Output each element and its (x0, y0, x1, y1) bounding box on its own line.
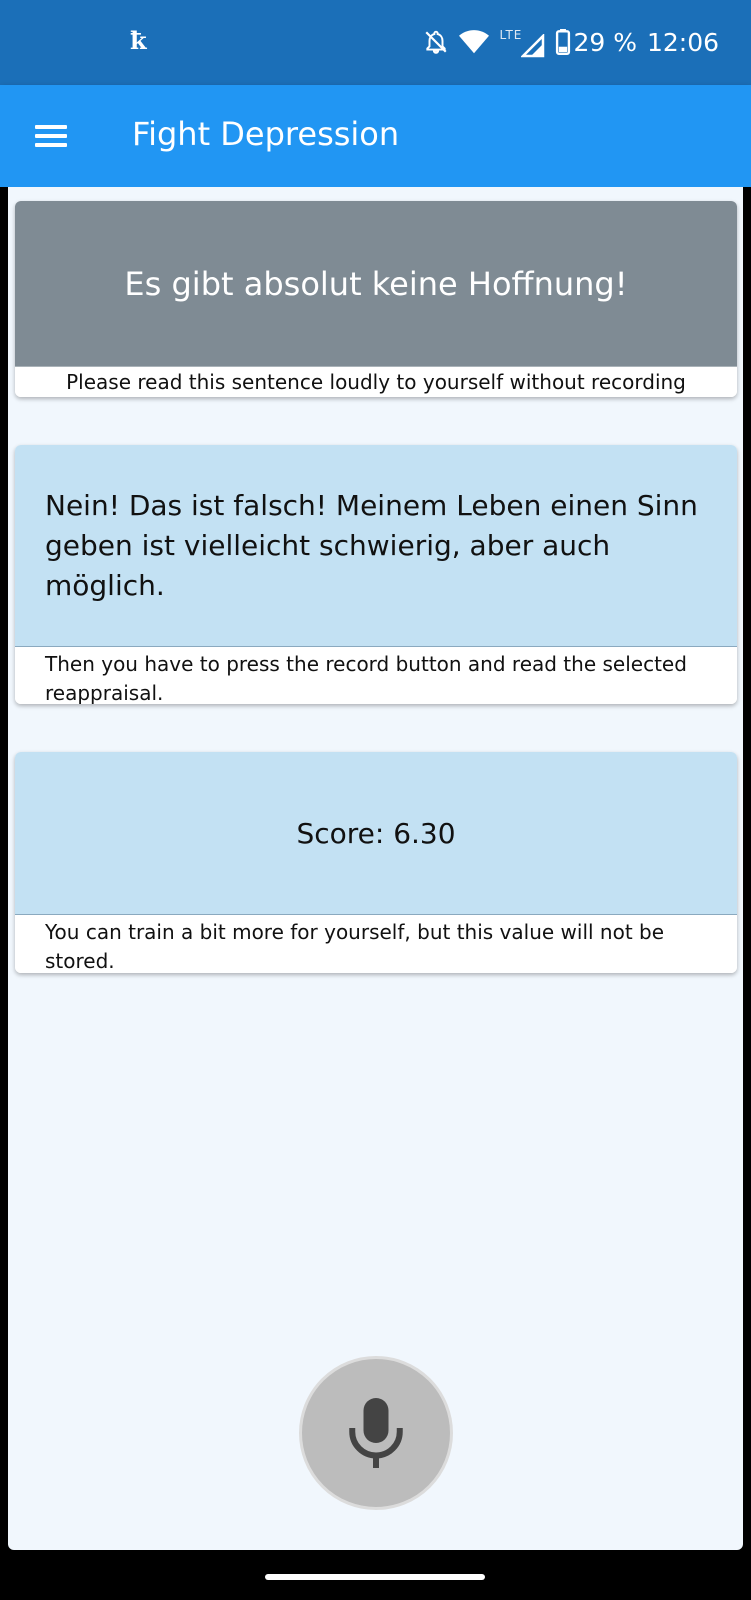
score-instruction: You can train a bit more for yourself, b… (15, 914, 737, 973)
reappraisal-card[interactable]: Nein! Das ist falsch! Meinem Leben einen… (15, 445, 737, 704)
notifications-off-icon (425, 30, 447, 54)
home-gesture-handle[interactable] (265, 1574, 485, 1580)
status-bar: ꝁ LTE 29 % 12:06 (0, 0, 751, 85)
reappraisal-text: Nein! Das ist falsch! Meinem Leben einen… (15, 445, 737, 646)
microphone-icon (349, 1398, 403, 1468)
main-content: Es gibt absolut keine Hoffnung! Please r… (8, 187, 743, 1550)
negative-thought-instruction: Please read this sentence loudly to your… (15, 366, 737, 397)
negative-thought-text: Es gibt absolut keine Hoffnung! (15, 201, 737, 366)
reappraisal-instruction: Then you have to press the record button… (15, 646, 737, 704)
battery-percent: 29 % (573, 27, 637, 57)
app-bar: Fight Depression (0, 85, 751, 187)
battery-icon (556, 29, 571, 55)
negative-thought-card: Es gibt absolut keine Hoffnung! Please r… (15, 201, 737, 397)
wifi-icon (459, 30, 490, 54)
record-button[interactable] (299, 1356, 453, 1510)
lte-label: LTE (499, 28, 523, 42)
status-icons: LTE 29 % 12:06 (423, 24, 719, 60)
mobile-signal: LTE (499, 24, 545, 60)
score-card: Score: 6.30 You can train a bit more for… (15, 752, 737, 973)
app-notification-icon: ꝁ (130, 26, 148, 55)
battery-status: 29 % (555, 28, 637, 57)
clock: 12:06 (646, 27, 719, 57)
app-title: Fight Depression (132, 115, 400, 153)
hamburger-menu-icon[interactable] (30, 116, 72, 156)
score-value: Score: 6.30 (15, 752, 737, 914)
signal-icon (521, 34, 545, 58)
